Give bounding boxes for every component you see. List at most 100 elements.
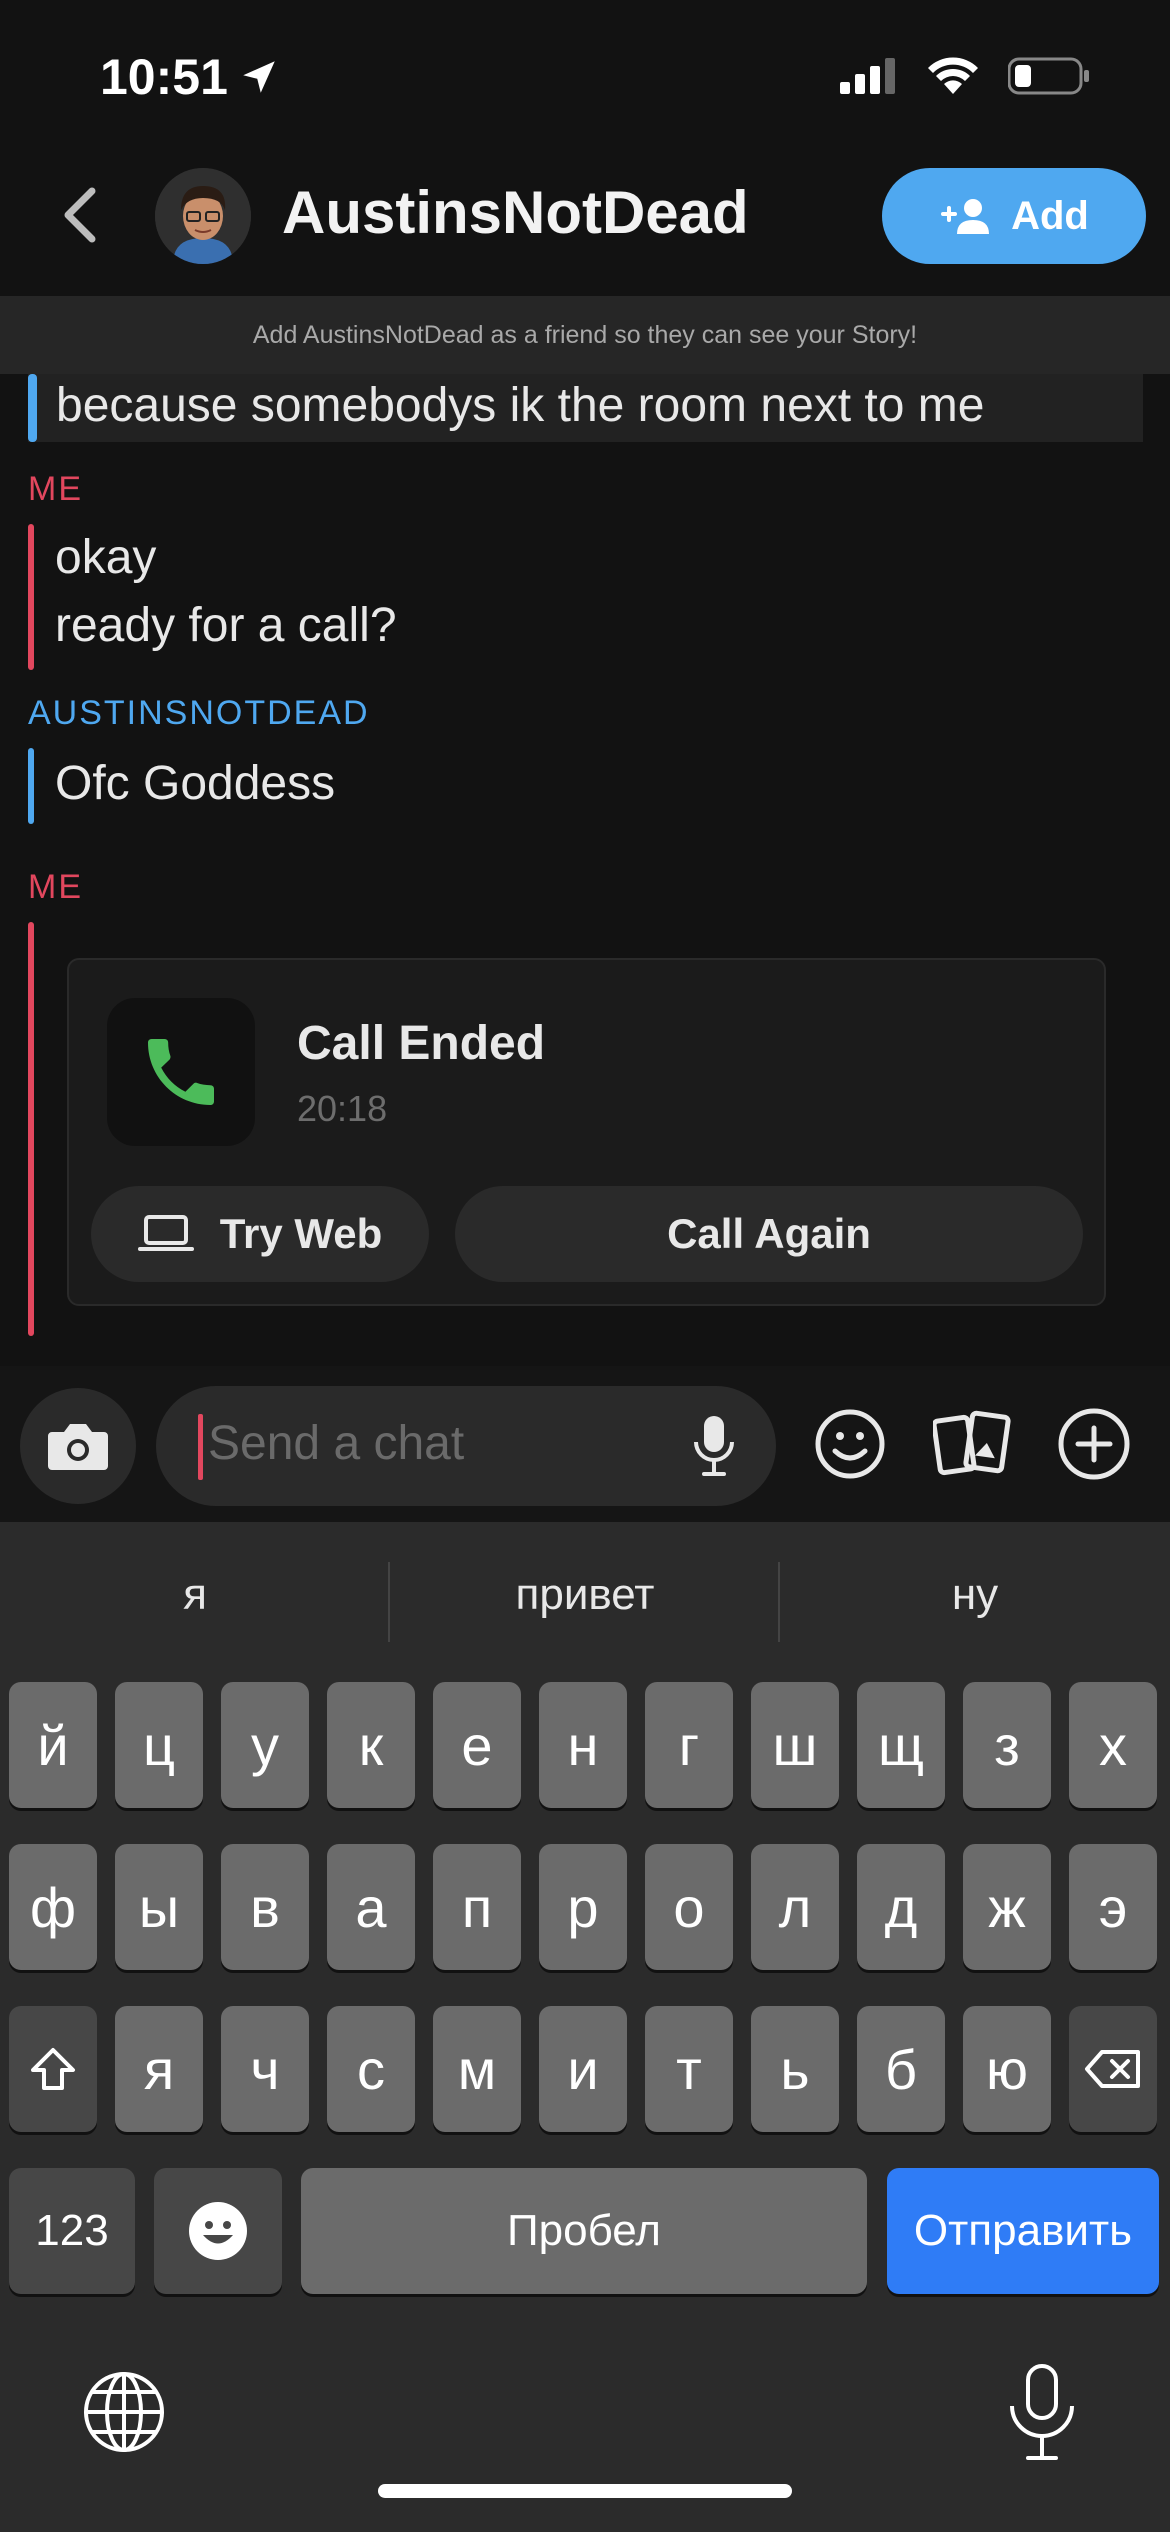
key[interactable]: б bbox=[857, 2006, 945, 2132]
voice-note-button[interactable] bbox=[692, 1414, 736, 1483]
space-key[interactable]: Пробел bbox=[301, 2168, 867, 2294]
laptop-icon bbox=[137, 1215, 194, 1251]
status-time: 10:51 bbox=[100, 48, 280, 106]
key[interactable]: ш bbox=[751, 1682, 839, 1808]
back-button[interactable] bbox=[50, 180, 110, 250]
call-time: 20:18 bbox=[297, 1088, 388, 1129]
message-group-me-call bbox=[28, 922, 36, 1336]
backspace-icon bbox=[1085, 2050, 1140, 2088]
bitmoji-face-icon bbox=[155, 168, 251, 264]
key[interactable]: г bbox=[645, 1682, 733, 1808]
key[interactable]: ь bbox=[751, 2006, 839, 2132]
key[interactable]: п bbox=[433, 1844, 521, 1970]
add-friend-icon bbox=[941, 199, 990, 234]
key[interactable]: а bbox=[327, 1844, 415, 1970]
bitmoji-avatar[interactable] bbox=[155, 168, 251, 264]
send-key[interactable]: Отправить bbox=[887, 2168, 1159, 2294]
message-group-me[interactable]: okay ready for a call? bbox=[28, 524, 1128, 670]
add-button-label: Add bbox=[1011, 193, 1089, 238]
send-chat-input[interactable]: Send a chat bbox=[156, 1386, 776, 1506]
previous-message[interactable]: because somebodys ik the room next to me bbox=[28, 374, 1143, 442]
key[interactable]: ц bbox=[115, 1682, 203, 1808]
key[interactable]: д bbox=[857, 1844, 945, 1970]
try-web-label: Try Web bbox=[219, 1210, 383, 1257]
cellular-signal-icon bbox=[840, 58, 895, 94]
phone-icon bbox=[148, 1039, 214, 1105]
key[interactable]: е bbox=[433, 1682, 521, 1808]
suggestion-item[interactable]: я bbox=[0, 1570, 390, 1620]
try-web-button[interactable]: Try Web bbox=[91, 1186, 429, 1282]
globe-language-button[interactable] bbox=[82, 2370, 166, 2459]
clock-text: 10:51 bbox=[100, 49, 228, 105]
microphone-icon bbox=[694, 1416, 734, 1476]
key[interactable]: р bbox=[539, 1844, 627, 1970]
key[interactable]: ы bbox=[115, 1844, 203, 1970]
key[interactable]: я bbox=[115, 2006, 203, 2132]
shift-key[interactable] bbox=[9, 2006, 97, 2132]
key[interactable]: э bbox=[1069, 1844, 1157, 1970]
key[interactable]: т bbox=[645, 2006, 733, 2132]
key[interactable]: й bbox=[9, 1682, 97, 1808]
cards-icon bbox=[933, 1410, 1011, 1476]
call-icon-box bbox=[107, 998, 255, 1146]
message-text: okay bbox=[55, 531, 157, 584]
message-text: Ofc Goddess bbox=[55, 757, 336, 810]
sticker-button[interactable] bbox=[810, 1404, 890, 1484]
chevron-left-icon bbox=[64, 187, 96, 243]
add-friend-banner: Add AustinsNotDead as a friend so they c… bbox=[0, 296, 1170, 374]
key[interactable]: н bbox=[539, 1682, 627, 1808]
emoji-icon bbox=[189, 2202, 247, 2260]
key[interactable]: о bbox=[645, 1844, 733, 1970]
key[interactable]: щ bbox=[857, 1682, 945, 1808]
sender-label-me: ME bbox=[28, 470, 83, 508]
suggestion-item[interactable]: привет bbox=[390, 1570, 780, 1620]
message-bar-me bbox=[28, 922, 34, 1336]
message-bar-them bbox=[28, 748, 34, 824]
key[interactable]: м bbox=[433, 2006, 521, 2132]
add-friend-button[interactable]: Add bbox=[882, 168, 1146, 264]
message-text: ready for a call? bbox=[55, 599, 397, 652]
key[interactable]: с bbox=[327, 2006, 415, 2132]
key[interactable]: ч bbox=[221, 2006, 309, 2132]
shift-arrow-icon bbox=[31, 2048, 75, 2090]
keyboard: я привет ну й ц у к е н г ш щ з х ф ы в … bbox=[0, 1522, 1170, 2532]
globe-icon bbox=[84, 2372, 164, 2452]
dictation-button[interactable] bbox=[1004, 2362, 1080, 2467]
key[interactable]: и bbox=[539, 2006, 627, 2132]
emoji-key[interactable] bbox=[154, 2168, 282, 2294]
key[interactable]: х bbox=[1069, 1682, 1157, 1808]
home-indicator[interactable] bbox=[378, 2484, 792, 2498]
key[interactable]: з bbox=[963, 1682, 1051, 1808]
friend-name[interactable]: AustinsNotDead bbox=[282, 178, 749, 247]
banner-text: Add AustinsNotDead as a friend so they c… bbox=[252, 320, 918, 349]
message-text: because somebodys ik the room next to me bbox=[56, 379, 985, 432]
suggestion-item[interactable]: ну bbox=[780, 1570, 1170, 1620]
text-cursor bbox=[198, 1414, 203, 1480]
key[interactable]: л bbox=[751, 1844, 839, 1970]
message-list: because somebodys ik the room next to me… bbox=[0, 374, 1170, 1364]
key[interactable]: в bbox=[221, 1844, 309, 1970]
backspace-key[interactable] bbox=[1069, 2006, 1157, 2132]
key[interactable]: ф bbox=[9, 1844, 97, 1970]
call-again-button[interactable]: Call Again bbox=[455, 1186, 1083, 1282]
key[interactable]: у bbox=[221, 1682, 309, 1808]
camera-icon bbox=[48, 1424, 108, 1470]
numbers-key[interactable]: 123 bbox=[9, 2168, 135, 2294]
key[interactable]: ю bbox=[963, 2006, 1051, 2132]
snapchat-chat-screen: 10:51 AustinsNotDead Add Add AustinsNotD… bbox=[0, 0, 1170, 2532]
input-placeholder: Send a chat bbox=[208, 1417, 465, 1470]
memories-button[interactable] bbox=[932, 1404, 1012, 1484]
key[interactable]: к bbox=[327, 1682, 415, 1808]
call-title: Call Ended bbox=[297, 1017, 546, 1070]
call-again-label: Call Again bbox=[667, 1210, 871, 1257]
wifi-icon bbox=[928, 57, 978, 94]
more-actions-button[interactable] bbox=[1054, 1404, 1134, 1484]
key[interactable]: ж bbox=[963, 1844, 1051, 1970]
keyboard-suggestions: я привет ну bbox=[0, 1522, 1170, 1682]
message-bar-me bbox=[28, 524, 34, 670]
call-ended-card[interactable]: Call Ended 20:18 Try Web Call Again bbox=[67, 958, 1106, 1306]
camera-button[interactable] bbox=[20, 1388, 136, 1504]
sender-label-me: ME bbox=[28, 868, 83, 906]
message-group-them[interactable]: Ofc Goddess bbox=[28, 748, 1128, 824]
microphone-icon bbox=[1010, 2364, 1074, 2460]
